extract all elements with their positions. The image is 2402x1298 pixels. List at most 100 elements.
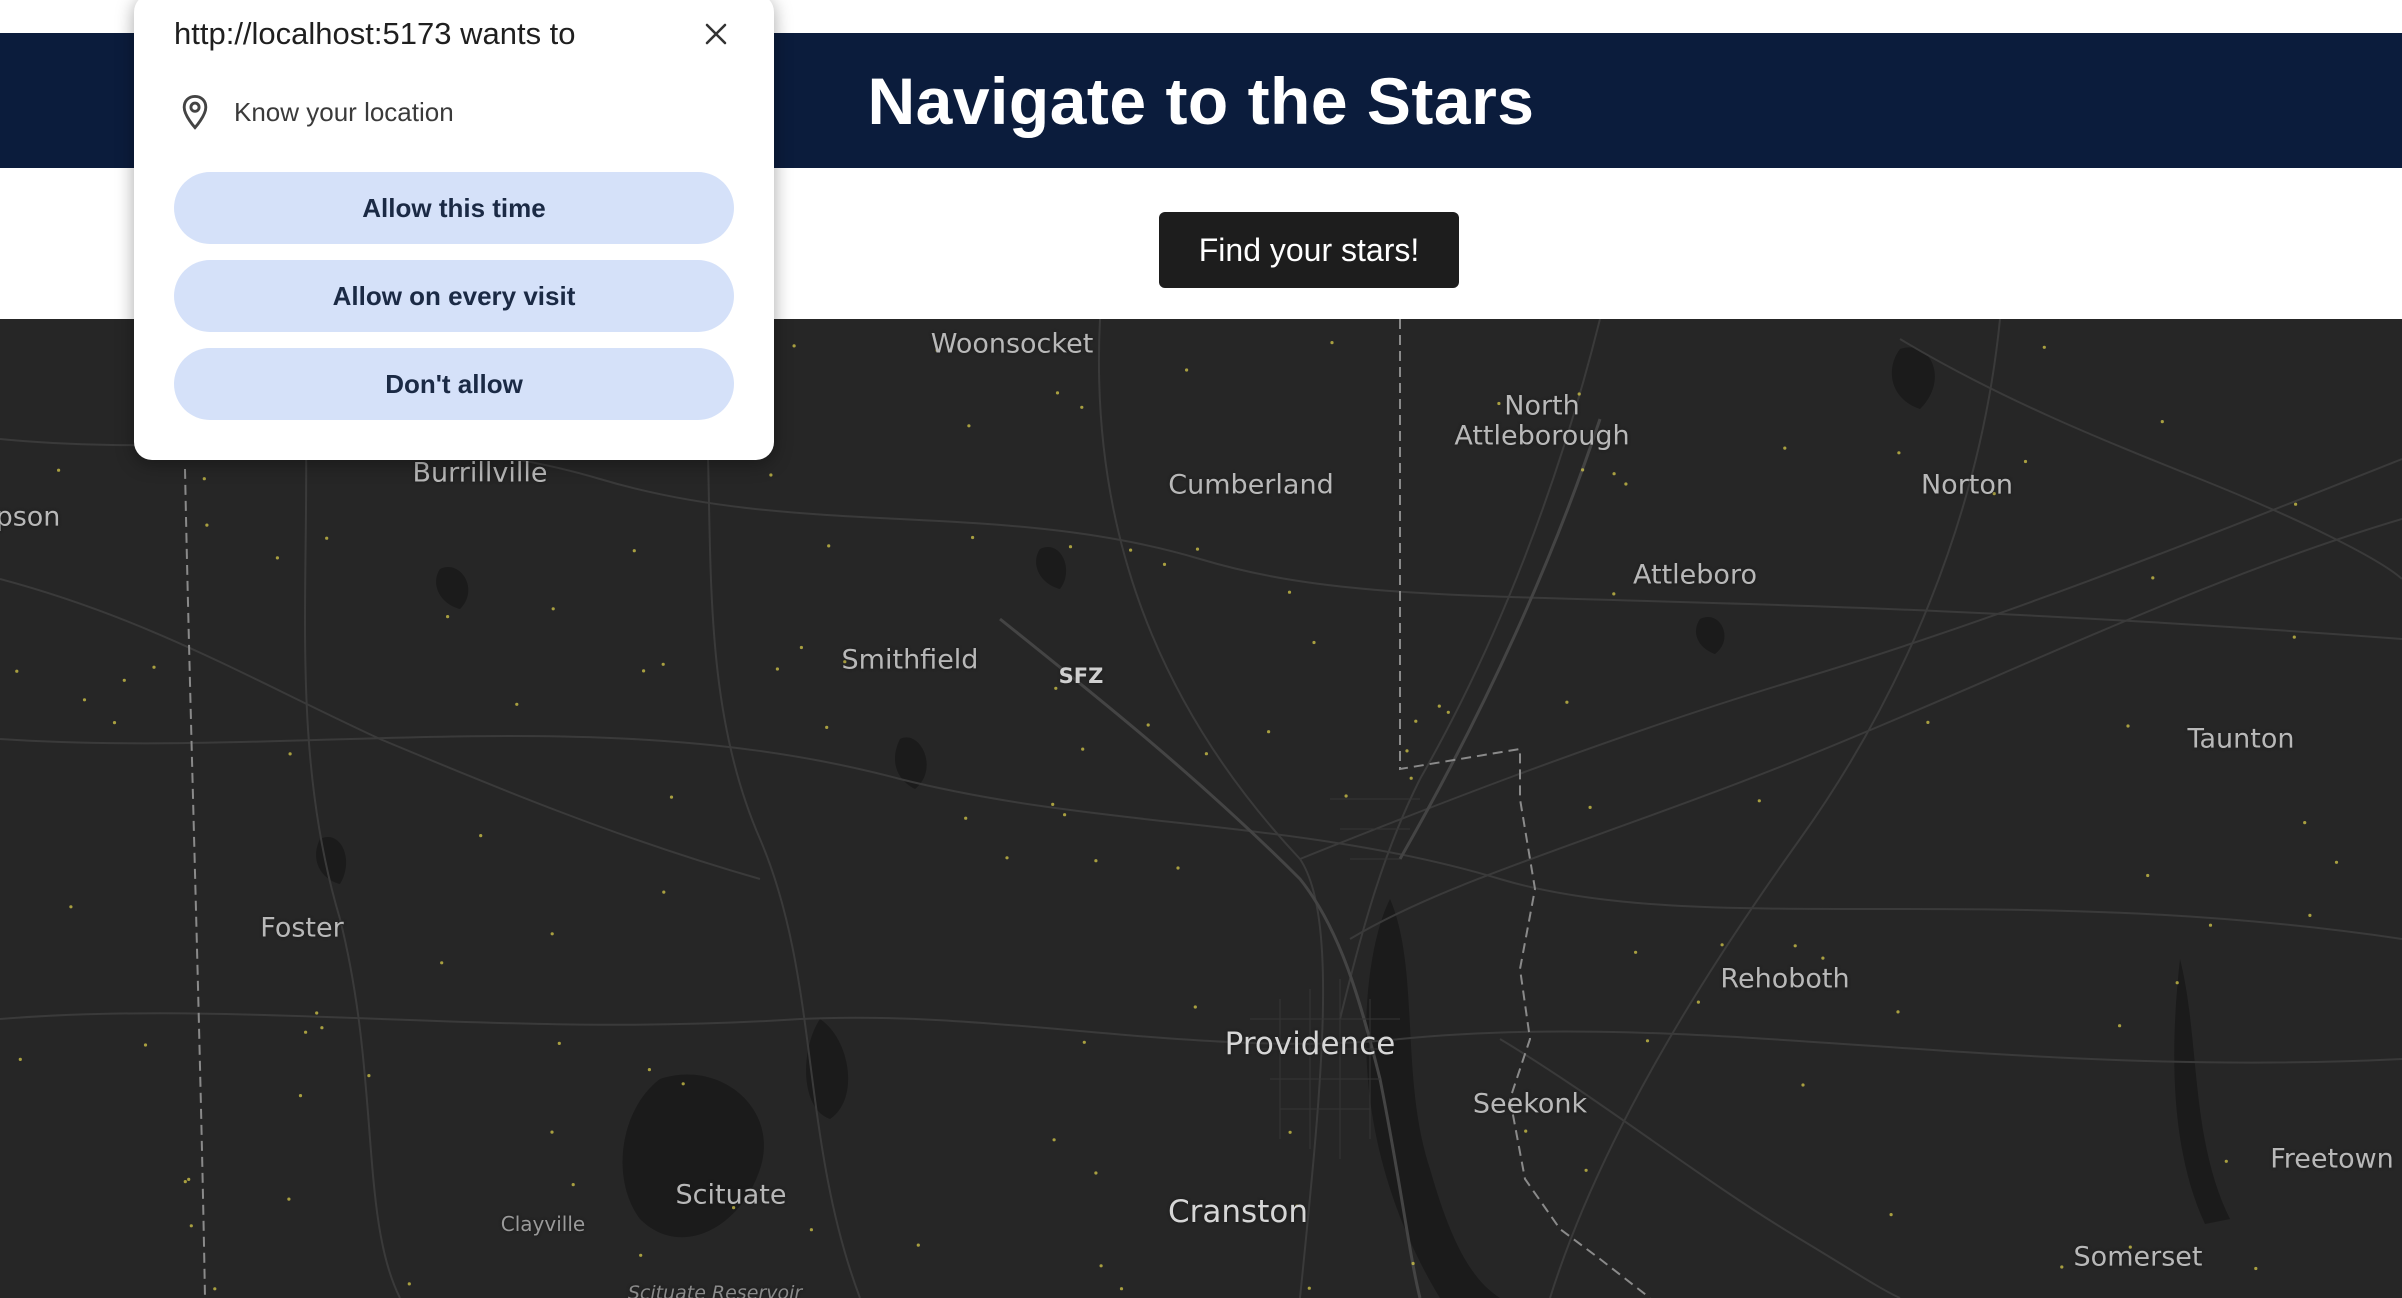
star-marker xyxy=(1094,1171,1098,1175)
star-marker xyxy=(2023,459,2028,464)
star-marker xyxy=(1783,446,1787,450)
allow-every-visit-button[interactable]: Allow on every visit xyxy=(174,260,734,332)
map-label-scituate-reservoir: Scituate Reservoir xyxy=(627,1282,803,1298)
star-marker xyxy=(1146,723,1150,727)
permission-text: Know your location xyxy=(234,96,454,127)
star-marker xyxy=(1119,1287,1124,1291)
star-marker xyxy=(1897,451,1901,455)
star-marker xyxy=(669,795,674,799)
star-marker xyxy=(775,667,780,671)
star-marker xyxy=(1645,1039,1650,1043)
find-stars-button[interactable]: Find your stars! xyxy=(1159,212,1459,288)
map-label-freetown: Freetown xyxy=(2270,1143,2394,1175)
star-marker xyxy=(1889,1213,1893,1217)
star-marker xyxy=(82,698,87,702)
map-label-norton: Norton xyxy=(1920,469,2014,501)
star-marker xyxy=(1757,799,1761,803)
star-marker xyxy=(967,424,971,428)
star-marker xyxy=(1720,943,1724,947)
star-marker xyxy=(1414,719,1418,723)
star-marker xyxy=(440,961,444,965)
map[interactable]: Woonsocket North Attleborough Burrillvil… xyxy=(0,319,2402,1298)
map-label-foster: Foster xyxy=(260,912,344,944)
page-title: Navigate to the Stars xyxy=(867,63,1535,138)
star-marker xyxy=(792,344,796,348)
star-marker xyxy=(1524,1129,1528,1133)
star-marker xyxy=(1054,686,1058,690)
star-marker xyxy=(143,1043,148,1047)
star-marker xyxy=(1409,776,1413,780)
star-marker xyxy=(681,1082,685,1086)
star-marker xyxy=(550,932,554,936)
star-marker xyxy=(189,1224,193,1228)
star-marker xyxy=(1129,548,1133,552)
star-marker xyxy=(320,1026,324,1030)
star-marker xyxy=(15,669,19,673)
star-marker xyxy=(571,1183,575,1187)
star-marker xyxy=(1793,944,1797,948)
star-marker xyxy=(1288,1130,1292,1134)
star-marker xyxy=(2042,345,2046,349)
star-marker xyxy=(298,1094,303,1098)
star-marker xyxy=(1801,1083,1805,1087)
star-marker xyxy=(1565,700,1569,704)
star-marker xyxy=(1612,592,1616,596)
close-icon[interactable] xyxy=(694,12,738,56)
map-label-rehoboth: Rehoboth xyxy=(1720,963,1850,995)
map-label-attleboro: Attleboro xyxy=(1633,559,1757,591)
map-label-north-attleborough-line2: Attleborough xyxy=(1454,420,1630,452)
star-marker xyxy=(205,523,209,527)
map-label-north-attleborough-line1: North xyxy=(1504,390,1580,422)
map-label-providence: Providence xyxy=(1224,1026,1396,1062)
star-marker xyxy=(479,834,483,838)
star-marker xyxy=(315,1011,319,1015)
star-marker xyxy=(2334,860,2339,864)
star-marker xyxy=(639,1253,643,1257)
star-marker xyxy=(2308,913,2312,918)
star-marker xyxy=(916,1243,920,1247)
star-marker xyxy=(1581,468,1585,472)
star-marker xyxy=(1446,710,1450,714)
star-marker xyxy=(1162,562,1167,566)
star-marker xyxy=(2060,1265,2064,1269)
map-label-seekonk: Seekonk xyxy=(1472,1088,1588,1120)
star-marker xyxy=(1312,640,1316,645)
star-marker xyxy=(1176,866,1180,870)
star-marker xyxy=(2151,576,2155,580)
star-marker xyxy=(1926,720,1930,724)
star-marker xyxy=(550,1130,554,1134)
star-marker xyxy=(1696,1000,1700,1004)
map-label-cumberland: Cumberland xyxy=(1168,469,1334,501)
star-marker xyxy=(1055,391,1060,395)
permission-row: Know your location xyxy=(180,94,454,130)
star-marker xyxy=(1497,401,1501,406)
map-label-thompson: pson xyxy=(0,501,61,533)
star-marker xyxy=(122,678,126,682)
star-marker xyxy=(2303,821,2307,825)
star-marker xyxy=(1068,545,1073,549)
star-marker xyxy=(446,615,450,619)
star-marker xyxy=(2146,873,2150,878)
allow-this-time-button[interactable]: Allow this time xyxy=(174,172,734,244)
location-pin-icon xyxy=(182,94,208,130)
star-marker xyxy=(642,669,646,673)
star-marker xyxy=(827,544,831,548)
star-marker xyxy=(69,905,73,909)
map-label-sfz: SFZ xyxy=(1058,664,1104,688)
map-label-taunton: Taunton xyxy=(2187,723,2295,755)
star-marker xyxy=(1287,590,1292,594)
star-marker xyxy=(1063,813,1067,817)
star-marker xyxy=(1094,859,1098,863)
star-markers xyxy=(15,319,2339,1291)
star-marker xyxy=(407,1282,411,1286)
map-label-smithfield: Smithfield xyxy=(841,644,979,676)
star-marker xyxy=(1437,704,1441,708)
map-label-scituate: Scituate xyxy=(675,1179,787,1211)
star-marker xyxy=(1185,368,1189,372)
star-marker xyxy=(213,1287,217,1291)
star-marker xyxy=(661,662,665,666)
star-marker xyxy=(632,549,636,553)
dont-allow-button[interactable]: Don't allow xyxy=(174,348,734,420)
star-marker xyxy=(1080,405,1084,409)
star-marker xyxy=(1588,805,1592,809)
